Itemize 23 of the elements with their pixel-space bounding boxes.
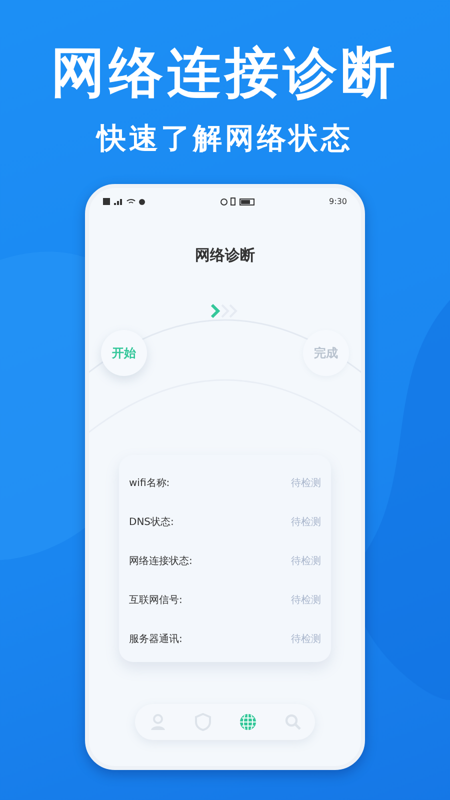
step-circle: 完成 <box>303 330 349 376</box>
result-label: 网络连接状态: <box>129 554 192 568</box>
screen-title: 网络诊断 <box>194 246 256 265</box>
result-value: 待检测 <box>291 554 321 568</box>
shield-icon <box>194 713 212 731</box>
person-icon <box>148 713 166 731</box>
result-label: 互联网信号: <box>129 594 182 606</box>
result-value: 待检测 <box>291 632 321 646</box>
chevrons-icon <box>210 303 240 319</box>
signal-icon <box>103 196 147 206</box>
headline: 网络连接诊断 <box>51 40 399 106</box>
result-label: 服务器通讯: <box>129 632 182 646</box>
subheadline: 快速了解网络状态 <box>97 120 353 156</box>
result-value: 待检测 <box>291 476 321 490</box>
result-value: 待检测 <box>291 516 321 528</box>
result-value: 待检测 <box>291 594 321 606</box>
result-label: DNS状态: <box>129 516 174 528</box>
result-label: wifi名称: <box>129 476 170 490</box>
battery-icon <box>220 196 256 206</box>
status-time: 9:30 <box>329 196 347 206</box>
search-icon <box>284 713 302 731</box>
step-circle: 开始 <box>101 330 147 376</box>
globe-icon <box>238 713 256 731</box>
